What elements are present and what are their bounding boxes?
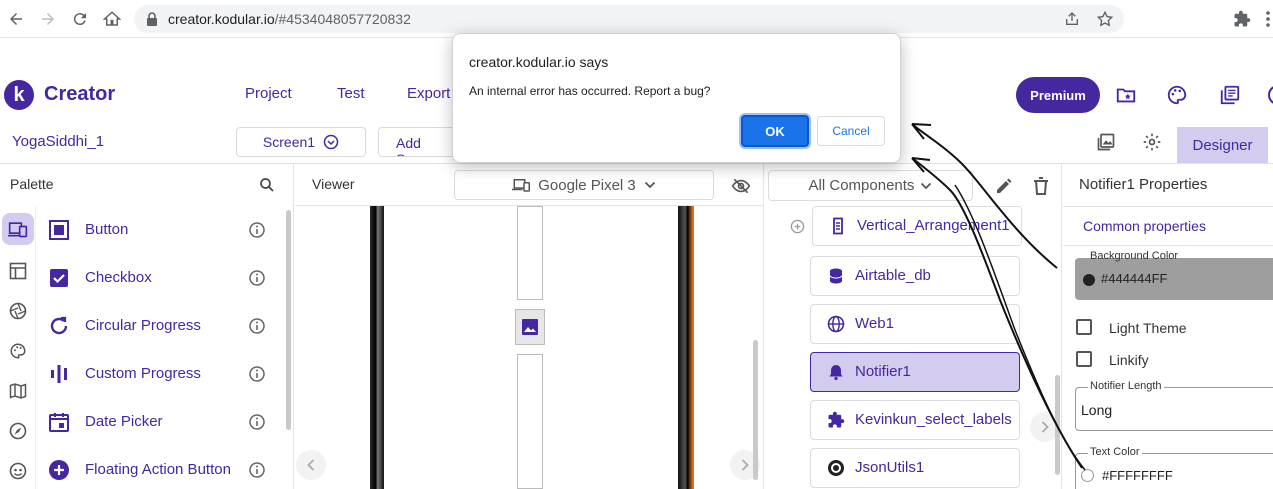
dialog-message: An internal error has occurred. Report a… bbox=[469, 84, 711, 98]
cancel-button[interactable]: Cancel bbox=[817, 116, 885, 146]
dialog-title: creator.kodular.io says bbox=[469, 54, 609, 70]
ok-button[interactable]: OK bbox=[741, 115, 809, 147]
